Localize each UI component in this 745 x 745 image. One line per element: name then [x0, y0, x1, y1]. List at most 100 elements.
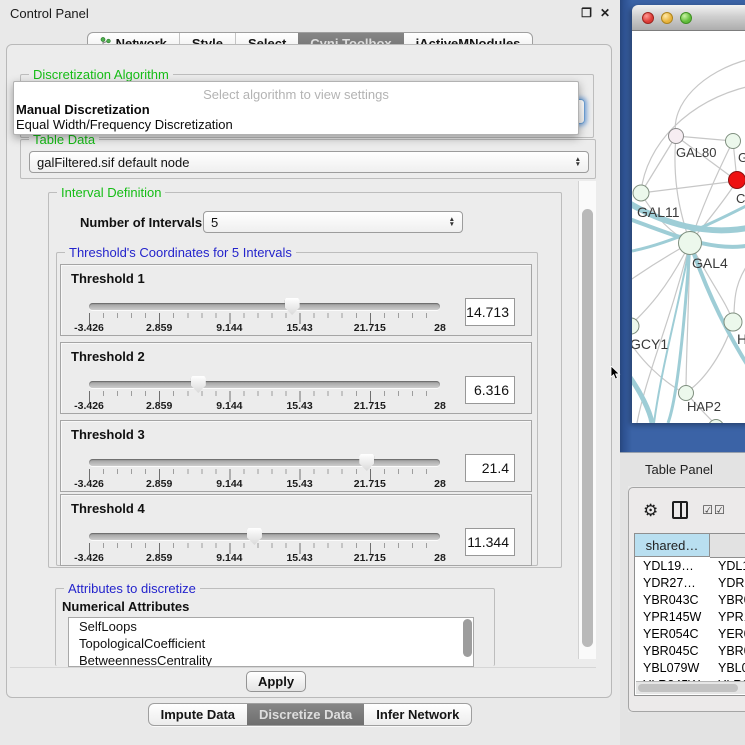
- threshold-2-slider-track[interactable]: [89, 381, 440, 388]
- threshold-3-slider-track[interactable]: [89, 459, 440, 466]
- apply-button[interactable]: Apply: [246, 671, 306, 692]
- table-body: YDL19…YDL1YDR27…YDR2YBR043CYBR0YPR145WYP…: [635, 557, 745, 696]
- threshold-1-slider-track[interactable]: [89, 303, 440, 310]
- table-row[interactable]: YBR043CYBR0: [635, 591, 745, 608]
- numerical-attributes-label: Numerical Attributes: [62, 599, 189, 614]
- column-header-shared[interactable]: shared…: [635, 534, 710, 557]
- dropdown-item-equal-width[interactable]: Equal Width/Frequency Discretization: [14, 117, 578, 132]
- numerical-attributes-list[interactable]: SelfLoopsTopologicalCoefficientBetweenne…: [68, 617, 474, 667]
- table-row[interactable]: YBR045CYBR0: [635, 642, 745, 659]
- table-panel-title: Table Panel: [645, 462, 713, 477]
- attributes-group-title: Attributes to discretize: [64, 581, 200, 596]
- bottom-tab-strip: Impute Data Discretize Data Infer Networ…: [0, 703, 620, 726]
- algorithm-group-title: Discretization Algorithm: [29, 67, 173, 82]
- network-window: GAL80GACGAL11GAL4GCY1HHAP2: [632, 5, 745, 423]
- column-layout-icon[interactable]: [672, 501, 688, 519]
- settings-gear-icon[interactable]: ⚙: [643, 502, 658, 519]
- screen: { "window": { "title": "Control Panel", …: [0, 0, 745, 745]
- tab-infer-network[interactable]: Infer Network: [364, 704, 471, 725]
- table-row[interactable]: YDR27…YDR2: [635, 574, 745, 591]
- number-of-intervals-combobox[interactable]: 5 ▲▼: [203, 211, 463, 233]
- number-of-intervals-label: Number of Intervals: [80, 215, 202, 230]
- threshold-2-label: Threshold 2: [71, 349, 145, 364]
- attributes-list-scrollbar[interactable]: [463, 619, 472, 657]
- column-header-name[interactable]: na: [710, 534, 745, 558]
- network-node[interactable]: [669, 129, 684, 144]
- panel-scrollbar[interactable]: [578, 181, 596, 659]
- threshold-2-box: Threshold 2 -3.4262.8599.14415.4321.7152…: [60, 342, 532, 414]
- table-scrollbar-thumb[interactable]: [638, 684, 738, 692]
- float-panel-icon[interactable]: ❐: [581, 6, 592, 20]
- node-label: HAP2: [687, 399, 721, 414]
- threshold-3-label: Threshold 3: [71, 427, 145, 442]
- threshold-4-value-field[interactable]: 11.344: [465, 528, 515, 556]
- attribute-item[interactable]: TopologicalCoefficient: [69, 635, 473, 652]
- panel-background: [620, 486, 628, 712]
- table-row[interactable]: YDL19…YDL1: [635, 557, 745, 574]
- network-node[interactable]: [633, 185, 649, 201]
- control-panel-titlebar: Control Panel ❐ ✕: [0, 0, 620, 26]
- panel-scrollbar-thumb[interactable]: [582, 209, 593, 647]
- tab-impute-data[interactable]: Impute Data: [149, 704, 247, 725]
- table-row[interactable]: YER054CYER0: [635, 625, 745, 642]
- threshold-4-label: Threshold 4: [71, 501, 145, 516]
- slider-tick-labels: -3.4262.8599.14415.4321.71528: [89, 400, 440, 412]
- node-label: GAL80: [676, 145, 716, 160]
- table-data-combobox[interactable]: galFiltered.sif default node ▲▼: [29, 151, 589, 173]
- slider-tick-labels: -3.4262.8599.14415.4321.71528: [89, 478, 440, 490]
- table-toolbar: ⚙ ☑☑: [629, 488, 745, 532]
- node-label: GA: [738, 150, 745, 165]
- minimize-window-icon[interactable]: [661, 12, 673, 24]
- threshold-1-label: Threshold 1: [71, 271, 145, 286]
- mouse-cursor: [610, 366, 622, 380]
- node-label: GAL4: [692, 255, 728, 271]
- thresholds-group-title: Threshold's Coordinates for 5 Intervals: [65, 245, 296, 260]
- panel-title: Control Panel: [10, 6, 89, 21]
- threshold-1-value-field[interactable]: 14.713: [465, 298, 515, 326]
- threshold-2-value-field[interactable]: 6.316: [465, 376, 515, 404]
- network-node[interactable]: [729, 172, 745, 189]
- table-horizontal-scrollbar[interactable]: [636, 681, 745, 694]
- interval-definition-title: Interval Definition: [57, 185, 165, 200]
- node-label: H: [737, 331, 745, 347]
- node-attribute-table[interactable]: shared… na YDL19…YDL1YDR27…YDR2YBR043CYB…: [634, 533, 745, 696]
- threshold-1-box: Threshold 1 -3.4262.8599.14415.4321.7152…: [60, 264, 532, 336]
- close-window-icon[interactable]: [642, 12, 654, 24]
- network-node[interactable]: [679, 232, 702, 255]
- stepper-arrows-icon: ▲▼: [575, 157, 581, 167]
- threshold-3-value-field[interactable]: 21.4: [465, 454, 515, 482]
- zoom-window-icon[interactable]: [680, 12, 692, 24]
- table-data-group: Table Data galFiltered.sif default node …: [20, 139, 596, 179]
- attribute-item[interactable]: BetweennessCentrality: [69, 652, 473, 667]
- node-label: GAL11: [637, 204, 680, 220]
- table-panel-titlebar: Table Panel: [620, 452, 745, 486]
- table-row[interactable]: YBL079WYBL0: [635, 659, 745, 676]
- divider: [10, 667, 596, 668]
- network-window-titlebar[interactable]: [632, 5, 745, 31]
- table-row[interactable]: YPR145WYPR1: [635, 608, 745, 625]
- network-node[interactable]: [726, 134, 741, 149]
- slider-tick-labels: -3.4262.8599.14415.4321.71528: [89, 552, 440, 564]
- attribute-item[interactable]: SelfLoops: [69, 618, 473, 635]
- dropdown-item-manual-discretization[interactable]: Manual Discretization: [14, 102, 578, 117]
- node-label: C: [736, 191, 745, 206]
- table-data-value: galFiltered.sif default node: [37, 155, 189, 170]
- stepper-arrows-icon: ▲▼: [449, 217, 455, 227]
- network-node[interactable]: [632, 318, 639, 334]
- panel-background: [620, 712, 745, 745]
- dropdown-hint: Select algorithm to view settings: [14, 87, 578, 102]
- network-node[interactable]: [724, 313, 742, 331]
- algorithm-dropdown-popup: Select algorithm to view settings Manual…: [13, 81, 579, 135]
- slider-tick-labels: -3.4262.8599.14415.4321.71528: [89, 322, 440, 334]
- number-of-intervals-value: 5: [211, 215, 218, 230]
- network-canvas[interactable]: GAL80GACGAL11GAL4GCY1HHAP2: [632, 31, 745, 423]
- table-header-row: shared… na: [635, 534, 745, 557]
- tab-discretize-data[interactable]: Discretize Data: [247, 704, 364, 725]
- network-graph: GAL80GACGAL11GAL4GCY1HHAP2: [632, 31, 745, 423]
- table-panel-card: ⚙ ☑☑ shared… na YDL19…YDL1YDR27…YDR2YBR0…: [628, 487, 745, 712]
- checkbox-icons[interactable]: ☑☑: [702, 503, 726, 517]
- threshold-4-slider-track[interactable]: [89, 533, 440, 540]
- threshold-3-box: Threshold 3 -3.4262.8599.14415.4321.7152…: [60, 420, 532, 492]
- threshold-4-box: Threshold 4 -3.4262.8599.14415.4321.7152…: [60, 494, 532, 566]
- close-panel-icon[interactable]: ✕: [600, 6, 610, 20]
